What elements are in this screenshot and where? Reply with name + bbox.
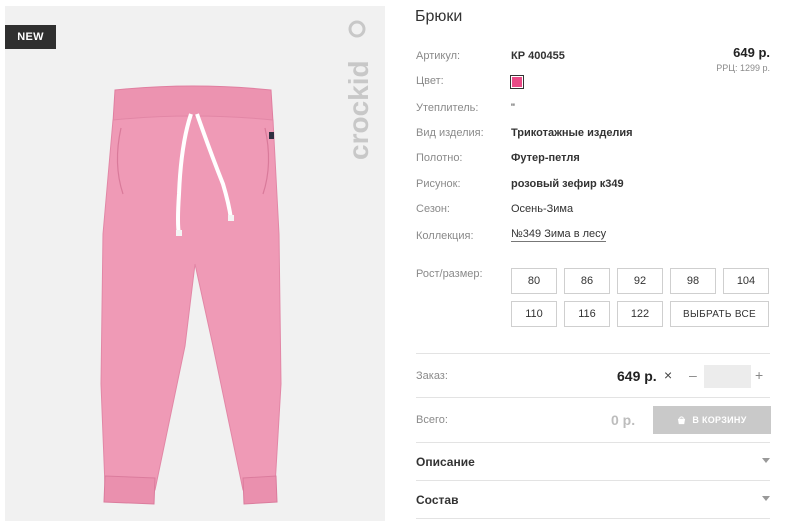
- add-to-cart-button[interactable]: В КОРЗИНУ: [653, 406, 771, 434]
- divider: [416, 480, 770, 481]
- divider: [416, 353, 770, 354]
- attr-value-season: Осень-Зима: [511, 203, 574, 215]
- divider: [416, 518, 770, 519]
- attr-label-pattern: Рисунок:: [416, 178, 461, 190]
- attr-value-article: КР 400455: [511, 50, 565, 62]
- attr-label-collection: Коллекция:: [416, 230, 474, 242]
- size-label: Рост/размер:: [416, 268, 483, 280]
- product-image-panel[interactable]: NEW crockid: [5, 6, 385, 521]
- select-all-sizes-button[interactable]: ВЫБРАТЬ ВСЕ: [670, 301, 769, 327]
- new-badge: NEW: [5, 25, 56, 49]
- brand-logo-text: crockid: [343, 60, 374, 160]
- collection-link[interactable]: №349 Зима в лесу: [511, 228, 607, 242]
- color-swatch-fill: [512, 77, 522, 87]
- quantity-plus-button[interactable]: +: [755, 367, 763, 383]
- accordion-description-title[interactable]: Описание: [416, 455, 475, 469]
- size-option-86[interactable]: 86: [564, 268, 610, 294]
- attr-label-fabric: Полотно:: [416, 152, 463, 164]
- chevron-down-icon[interactable]: [762, 496, 770, 501]
- size-option-110[interactable]: 110: [511, 301, 557, 327]
- color-swatch[interactable]: [510, 75, 524, 89]
- order-price: 649 р.: [617, 368, 657, 384]
- cart-bag-icon: [678, 415, 686, 424]
- product-photo-pants: [100, 85, 282, 505]
- attr-value-insulation: ": [511, 102, 515, 114]
- add-to-cart-label: В КОРЗИНУ: [692, 415, 747, 425]
- order-label: Заказ:: [416, 370, 448, 382]
- size-option-122[interactable]: 122: [617, 301, 663, 327]
- attr-label-type: Вид изделия:: [416, 127, 484, 139]
- total-value: 0 р.: [611, 412, 636, 428]
- quantity-minus-button[interactable]: –: [689, 367, 697, 383]
- attr-value-fabric: Футер-петля: [511, 152, 580, 164]
- attr-label-season: Сезон:: [416, 203, 450, 215]
- quantity-input[interactable]: [704, 365, 751, 388]
- product-price: 649 р.: [733, 45, 770, 60]
- product-rrp: РРЦ: 1299 р.: [716, 63, 770, 73]
- accordion-composition-title[interactable]: Состав: [416, 493, 458, 507]
- times-icon: ×: [664, 367, 673, 383]
- size-option-116[interactable]: 116: [564, 301, 610, 327]
- attr-label-insulation: Утеплитель:: [416, 102, 479, 114]
- crockid-logo: crockid: [343, 20, 374, 160]
- product-title: Брюки: [415, 8, 463, 25]
- divider: [416, 397, 770, 398]
- size-option-92[interactable]: 92: [617, 268, 663, 294]
- attr-label-article: Артикул:: [416, 50, 461, 62]
- attr-label-color: Цвет:: [416, 75, 444, 87]
- size-option-98[interactable]: 98: [670, 268, 716, 294]
- total-label: Всего:: [416, 414, 448, 426]
- chevron-down-icon[interactable]: [762, 458, 770, 463]
- size-option-104[interactable]: 104: [723, 268, 769, 294]
- divider: [416, 442, 770, 443]
- attr-value-pattern: розовый зефир к349: [511, 178, 624, 190]
- size-option-80[interactable]: 80: [511, 268, 557, 294]
- attr-value-type: Трикотажные изделия: [511, 127, 633, 139]
